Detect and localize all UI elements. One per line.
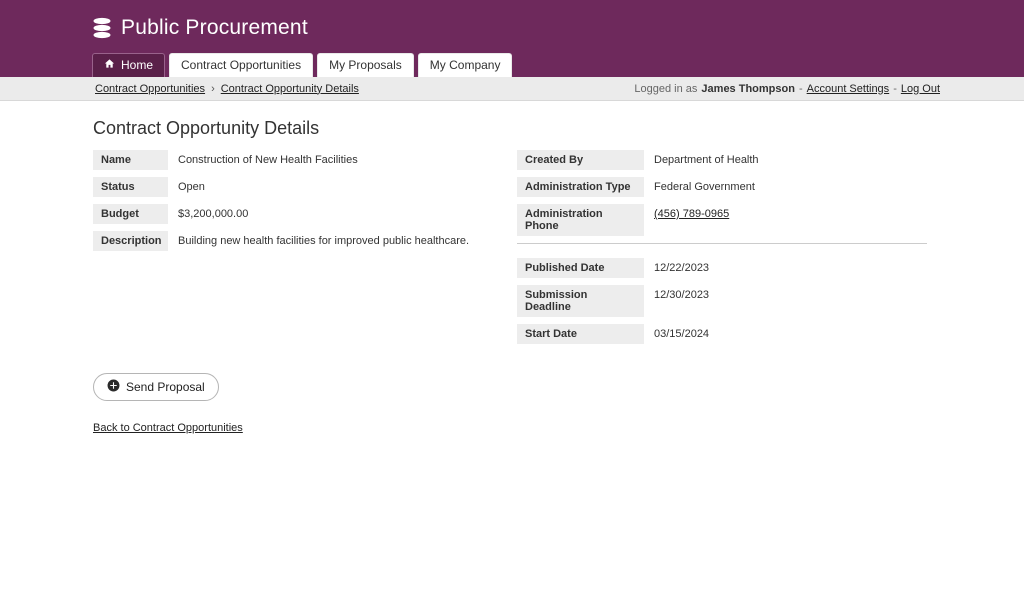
app-title: Public Procurement <box>121 16 308 40</box>
detail-value: Building new health facilities for impro… <box>168 231 469 248</box>
detail-value: Department of Health <box>644 150 759 167</box>
app-header: Public Procurement Home Contract Opportu… <box>0 0 1024 77</box>
detail-row-administration-type: Administration Type Federal Government <box>517 177 927 197</box>
detail-label: Administration Type <box>517 177 644 197</box>
tab-my-proposals[interactable]: My Proposals <box>317 53 414 77</box>
detail-label: Published Date <box>517 258 644 278</box>
main-nav: Home Contract Opportunities My Proposals… <box>92 53 1024 77</box>
tab-my-company[interactable]: My Company <box>418 53 513 77</box>
session-separator: - <box>893 83 897 95</box>
account-settings-link[interactable]: Account Settings <box>807 83 890 95</box>
tab-label: Contract Opportunities <box>181 58 301 72</box>
detail-value: 03/15/2024 <box>644 324 709 341</box>
session-info: Logged in as James Thompson - Account Se… <box>634 83 940 95</box>
tab-home[interactable]: Home <box>92 53 165 77</box>
detail-label: Created By <box>517 150 644 170</box>
detail-value: 12/22/2023 <box>644 258 709 275</box>
detail-row-name: Name Construction of New Health Faciliti… <box>93 150 517 170</box>
plus-circle-icon <box>107 379 120 395</box>
detail-row-administration-phone: Administration Phone (456) 789-0965 <box>517 204 927 236</box>
tab-label: My Proposals <box>329 58 402 72</box>
detail-label: Administration Phone <box>517 204 644 236</box>
detail-label: Submission Deadline <box>517 285 644 317</box>
breadcrumb-link-contract-opportunities[interactable]: Contract Opportunities <box>95 83 205 95</box>
breadcrumb: Contract Opportunities › Contract Opport… <box>95 83 359 95</box>
send-proposal-button[interactable]: Send Proposal <box>93 373 219 401</box>
page-title: Contract Opportunity Details <box>93 118 1024 139</box>
detail-label: Name <box>93 150 168 170</box>
actions-row: Send Proposal <box>93 373 1024 401</box>
details-columns: Name Construction of New Health Faciliti… <box>93 150 1024 351</box>
tab-contract-opportunities[interactable]: Contract Opportunities <box>169 53 313 77</box>
details-left: Name Construction of New Health Faciliti… <box>93 150 517 351</box>
detail-value: $3,200,000.00 <box>168 204 248 221</box>
brand: Public Procurement <box>0 10 1024 46</box>
detail-label: Budget <box>93 204 168 224</box>
detail-label: Start Date <box>517 324 644 344</box>
detail-row-start-date: Start Date 03/15/2024 <box>517 324 927 344</box>
detail-row-published-date: Published Date 12/22/2023 <box>517 258 927 278</box>
tab-label: My Company <box>430 58 501 72</box>
detail-value: 12/30/2023 <box>644 285 709 302</box>
detail-value: Open <box>168 177 205 194</box>
log-out-link[interactable]: Log Out <box>901 83 940 95</box>
administration-phone-link[interactable]: (456) 789-0965 <box>644 204 729 221</box>
detail-row-budget: Budget $3,200,000.00 <box>93 204 517 224</box>
detail-row-description: Description Building new health faciliti… <box>93 231 517 251</box>
detail-row-created-by: Created By Department of Health <box>517 150 927 170</box>
back-row: Back to Contract Opportunities <box>93 418 1024 436</box>
send-proposal-label: Send Proposal <box>126 380 205 394</box>
detail-label: Status <box>93 177 168 197</box>
details-right: Created By Department of Health Administ… <box>517 150 927 351</box>
detail-row-status: Status Open <box>93 177 517 197</box>
tab-label: Home <box>121 58 153 72</box>
breadcrumb-separator: › <box>211 83 215 95</box>
back-to-contract-opportunities-link[interactable]: Back to Contract Opportunities <box>93 422 243 434</box>
detail-value: Construction of New Health Facilities <box>168 150 358 167</box>
main-content: Contract Opportunity Details Name Constr… <box>0 101 1024 436</box>
database-icon <box>92 17 112 39</box>
session-separator: - <box>799 83 803 95</box>
breadcrumb-link-contract-opportunity-details[interactable]: Contract Opportunity Details <box>221 83 359 95</box>
breadcrumb-bar: Contract Opportunities › Contract Opport… <box>0 77 1024 101</box>
detail-value: Federal Government <box>644 177 755 194</box>
detail-label: Description <box>93 231 168 251</box>
home-icon <box>104 58 115 72</box>
session-prefix: Logged in as <box>634 83 697 95</box>
section-divider <box>517 243 927 244</box>
user-name: James Thompson <box>701 83 795 95</box>
detail-row-submission-deadline: Submission Deadline 12/30/2023 <box>517 285 927 317</box>
